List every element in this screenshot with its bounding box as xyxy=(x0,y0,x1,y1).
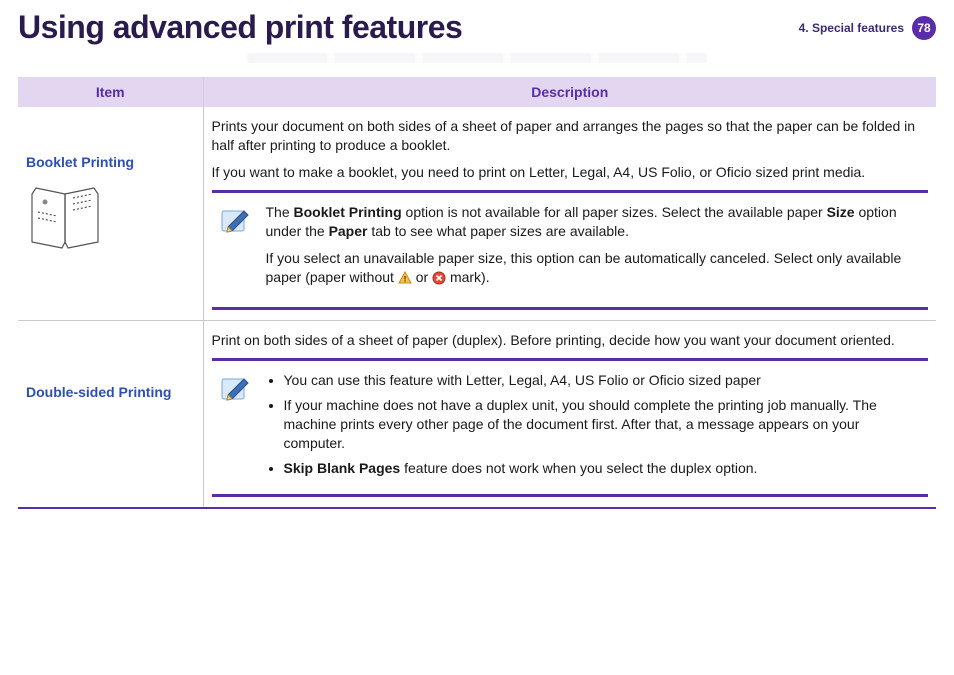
features-table: Item Description Booklet Printing xyxy=(18,77,936,509)
note-box: The Booklet Printing option is not avail… xyxy=(212,190,929,311)
item-cell-duplex: Double-sided Printing xyxy=(18,321,203,508)
note-pencil-icon xyxy=(218,371,252,405)
breadcrumb: 4. Special features 78 xyxy=(799,16,936,40)
note-list: You can use this feature with Letter, Le… xyxy=(266,371,923,477)
table-header-row: Item Description xyxy=(18,77,936,107)
page-number-badge: 78 xyxy=(912,16,936,40)
desc-cell-duplex: Print on both sides of a sheet of paper … xyxy=(203,321,936,508)
note-box: You can use this feature with Letter, Le… xyxy=(212,358,929,496)
list-item: If your machine does not have a duplex u… xyxy=(284,396,923,453)
booklet-illustration-icon xyxy=(26,182,195,259)
faded-tabs-decoration xyxy=(247,53,707,63)
error-circle-icon xyxy=(432,271,446,290)
col-header-description: Description xyxy=(203,77,936,107)
list-item: Skip Blank Pages feature does not work w… xyxy=(284,459,923,478)
item-cell-booklet: Booklet Printing xyxy=(18,107,203,321)
note-content: The Booklet Printing option is not avail… xyxy=(266,203,923,298)
warning-triangle-icon xyxy=(398,271,412,290)
table-row: Booklet Printing xyxy=(18,107,936,321)
desc-cell-booklet: Prints your document on both sides of a … xyxy=(203,107,936,321)
paragraph: If you want to make a booklet, you need … xyxy=(212,163,929,182)
page-root: Using advanced print features 4. Special… xyxy=(0,0,954,675)
section-label: 4. Special features xyxy=(799,21,904,35)
page-title: Using advanced print features xyxy=(18,10,462,45)
list-item: You can use this feature with Letter, Le… xyxy=(284,371,923,390)
paragraph: Prints your document on both sides of a … xyxy=(212,117,929,155)
table-row: Double-sided Printing Print on both side… xyxy=(18,321,936,508)
note-content: You can use this feature with Letter, Le… xyxy=(266,371,923,483)
note-line: If you select an unavailable paper size,… xyxy=(266,249,923,290)
top-bar: Using advanced print features 4. Special… xyxy=(18,10,936,45)
item-label: Double-sided Printing xyxy=(26,383,195,402)
note-line: The Booklet Printing option is not avail… xyxy=(266,203,923,241)
item-label: Booklet Printing xyxy=(26,153,195,172)
note-pencil-icon xyxy=(218,203,252,237)
col-header-item: Item xyxy=(18,77,203,107)
paragraph: Print on both sides of a sheet of paper … xyxy=(212,331,929,350)
